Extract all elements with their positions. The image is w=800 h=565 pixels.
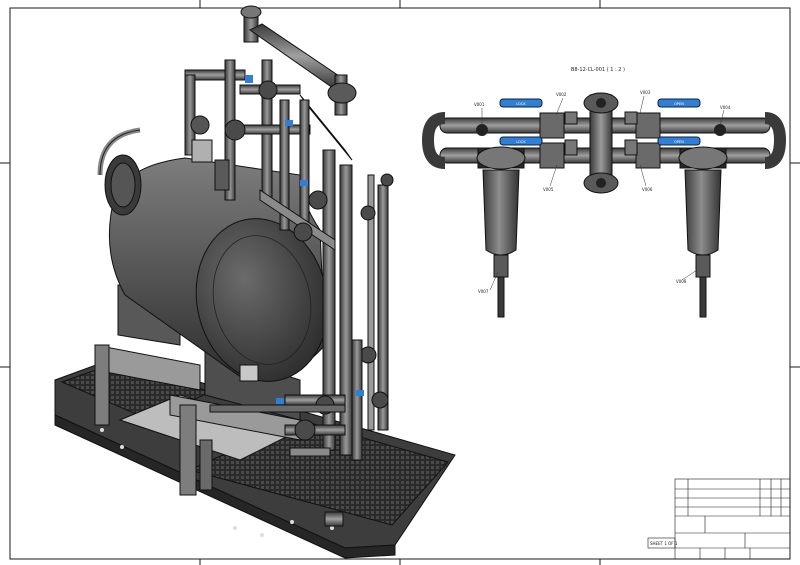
valve-tag: V001 [474, 102, 485, 107]
svg-text:LOCK: LOCK [516, 140, 526, 144]
detail-view-manifold: B8-12-CL-001 ( 1 : 2 ) LOCK OPEN LOCK OP… [421, 67, 787, 318]
sheet-label: SHEET 1 OF 1 [650, 541, 678, 546]
tank-nozzle [239, 364, 259, 382]
valve-tag: V007 [478, 289, 489, 294]
valve-tag: V002 [556, 92, 567, 97]
isometric-skid-view [54, 5, 456, 559]
filter-housing-right [678, 146, 728, 318]
svg-text:OPEN: OPEN [674, 102, 684, 106]
drawing-sheet: B8-12-CL-001 ( 1 : 2 ) LOCK OPEN LOCK OP… [0, 0, 800, 565]
title-block [647, 478, 791, 560]
detail-view-label: B8-12-CL-001 ( 1 : 2 ) [571, 67, 625, 73]
drain-fitting [324, 511, 344, 527]
gate-valve-bottom-1 [294, 419, 316, 441]
svg-text:OPEN: OPEN [674, 140, 684, 144]
valve-tag: V008 [676, 279, 687, 284]
valve-tag: V005 [543, 187, 554, 192]
valve-tag: V003 [640, 90, 651, 95]
gate-valve-top-1 [190, 115, 210, 135]
valve-tag: V006 [642, 187, 653, 192]
valve-tag: V004 [720, 105, 731, 110]
svg-text:LOCK: LOCK [516, 102, 526, 106]
relief-valve [327, 82, 357, 104]
